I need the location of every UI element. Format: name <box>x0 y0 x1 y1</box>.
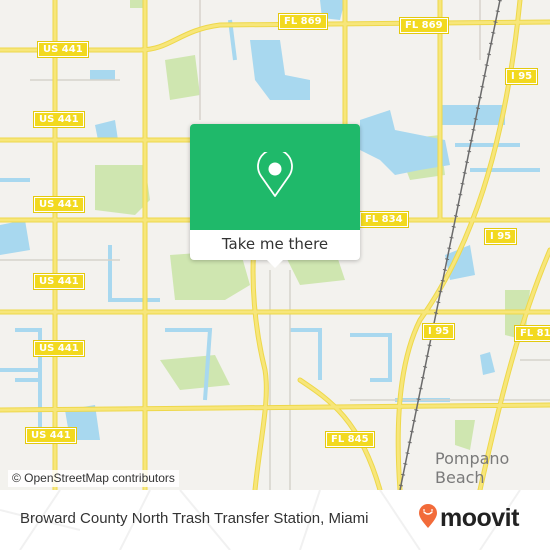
take-me-there-button[interactable]: Take me there <box>190 230 360 260</box>
route-shield-us441: US 441 <box>33 273 85 290</box>
moovit-pin-icon <box>418 503 438 533</box>
route-shield-i95: I 95 <box>483 228 518 245</box>
route-shield-fl869: FL 869 <box>399 17 449 34</box>
popup-header <box>190 124 360 230</box>
location-popup: Take me there <box>190 124 360 268</box>
route-shield-i95: I 95 <box>504 68 539 85</box>
map-attribution[interactable]: © OpenStreetMap contributors <box>8 470 179 487</box>
route-shield-fl845: FL 845 <box>325 431 375 448</box>
footer-bar: Broward County North Trash Transfer Stat… <box>0 490 550 550</box>
station-title: Broward County North Trash Transfer Stat… <box>20 510 369 527</box>
route-shield-us441: US 441 <box>25 427 77 444</box>
city-label: Pompano Beach <box>435 449 510 487</box>
route-shield-fl811: FL 811 <box>514 325 550 342</box>
route-shield-us441: US 441 <box>33 340 85 357</box>
map-view[interactable]: US 441 US 441 US 441 US 441 US 441 US 44… <box>0 0 550 490</box>
railway-line <box>399 0 501 490</box>
moovit-wordmark: moovit <box>440 503 519 532</box>
route-shield-us441: US 441 <box>33 111 85 128</box>
popup-pointer <box>267 260 283 268</box>
moovit-logo[interactable]: moovit <box>418 503 519 533</box>
route-shield-i95: I 95 <box>421 323 456 340</box>
route-shield-us441: US 441 <box>37 41 89 58</box>
route-shield-us441: US 441 <box>33 196 85 213</box>
route-shield-fl834: FL 834 <box>359 211 409 228</box>
route-shield-fl869: FL 869 <box>278 13 328 30</box>
